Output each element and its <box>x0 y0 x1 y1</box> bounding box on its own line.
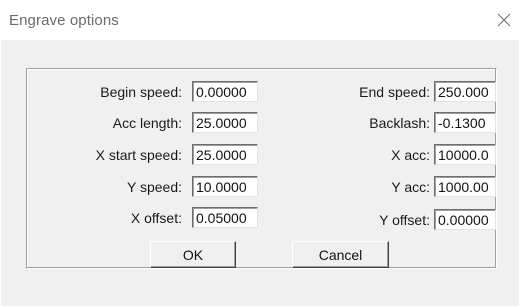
y-acc-label: Y acc: <box>391 179 430 195</box>
dialog-title: Engrave options <box>9 12 119 29</box>
x-acc-label: X acc: <box>391 147 430 163</box>
x-offset-label: X offset: <box>130 210 182 226</box>
x-start-speed-label: X start speed: <box>95 147 182 163</box>
acc-length-label: Acc length: <box>112 115 182 131</box>
begin-speed-label: Begin speed: <box>100 84 182 100</box>
x-acc-field[interactable] <box>434 144 496 165</box>
ok-button[interactable]: OK <box>150 241 236 268</box>
backlash-label: Backlash: <box>369 115 430 131</box>
close-icon[interactable] <box>496 12 512 28</box>
x-start-speed-field[interactable] <box>192 144 258 165</box>
y-offset-field[interactable] <box>434 209 496 230</box>
begin-speed-field[interactable] <box>192 81 258 102</box>
y-acc-field[interactable] <box>434 176 496 197</box>
y-offset-label: Y offset: <box>379 212 430 228</box>
cancel-button[interactable]: Cancel <box>292 241 389 268</box>
backlash-field[interactable] <box>434 112 496 133</box>
y-speed-label: Y speed: <box>126 179 182 195</box>
end-speed-field[interactable] <box>434 81 496 102</box>
end-speed-label: End speed: <box>359 84 430 100</box>
acc-length-field[interactable] <box>192 112 258 133</box>
y-speed-field[interactable] <box>192 176 258 197</box>
dialog-body: Begin speed: Acc length: X start speed: … <box>1 40 519 306</box>
title-bar: Engrave options <box>0 0 520 40</box>
x-offset-field[interactable] <box>192 207 258 228</box>
